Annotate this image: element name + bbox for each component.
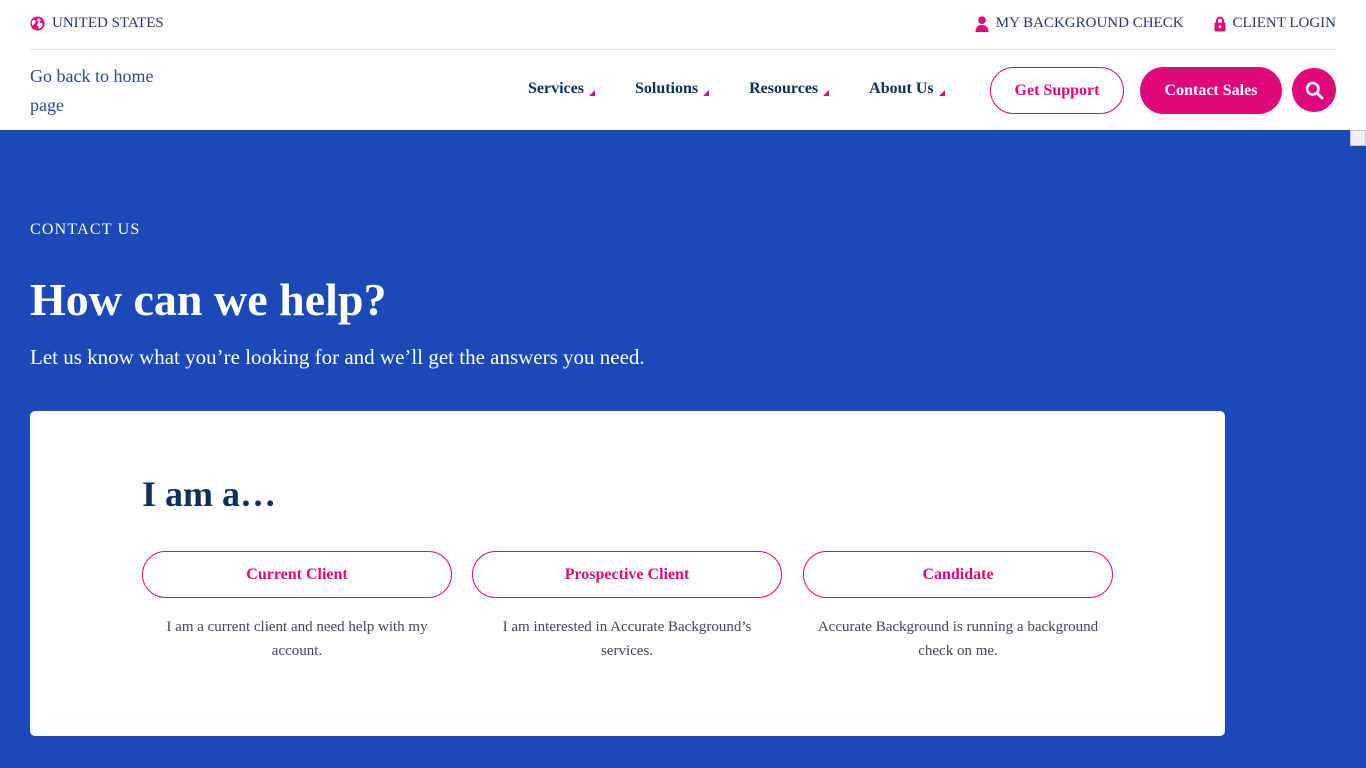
utility-links: MY BACKGROUND CHECK CLIENT LOGIN (975, 15, 1336, 32)
region-selector[interactable]: UNITED STATES (30, 15, 164, 32)
nav-services-label: Services (528, 80, 584, 97)
prospective-client-button[interactable]: Prospective Client (472, 551, 782, 598)
nav-resources-label: Resources (749, 80, 819, 97)
globe-icon (30, 16, 45, 31)
main-nav: Services Solutions Resources About Us (528, 80, 945, 98)
caret-icon (588, 90, 595, 96)
page-title: How can we help? (30, 274, 387, 325)
caret-icon (823, 90, 830, 96)
nav-solutions[interactable]: Solutions (634, 80, 710, 98)
user-icon (975, 15, 989, 32)
role-option-candidate: Candidate Accurate Background is running… (803, 551, 1113, 663)
logo-alt-text: Go back to home page (30, 66, 154, 115)
hero-subtitle: Let us know what you’re looking for and … (30, 345, 645, 369)
hero-eyebrow: CONTACT US (30, 221, 141, 238)
site-header: UNITED STATES MY BACKGROUND CHECK CLIENT… (0, 0, 1366, 130)
home-logo-link[interactable]: Go back to home page (30, 62, 190, 120)
current-client-button[interactable]: Current Client (142, 551, 452, 598)
role-option-prospective-client: Prospective Client I am interested in Ac… (472, 551, 782, 663)
search-button[interactable] (1292, 68, 1336, 112)
role-selector-card: I am a… Current Client I am a current cl… (30, 411, 1225, 736)
current-client-description: I am a current client and need help with… (166, 619, 428, 659)
caret-icon (938, 90, 945, 96)
client-login-link[interactable]: CLIENT LOGIN (1214, 15, 1336, 32)
my-background-check-label: MY BACKGROUND CHECK (995, 15, 1184, 31)
utility-bar: UNITED STATES MY BACKGROUND CHECK CLIENT… (30, 0, 1336, 50)
search-icon (1305, 81, 1324, 100)
candidate-description: Accurate Background is running a backgro… (817, 619, 1099, 659)
nav-services[interactable]: Services (528, 80, 595, 98)
my-background-check-link[interactable]: MY BACKGROUND CHECK (975, 15, 1184, 32)
lock-icon (1214, 16, 1226, 32)
broken-image-placeholder (1350, 130, 1366, 146)
candidate-button[interactable]: Candidate (803, 551, 1113, 598)
role-option-current-client: Current Client I am a current client and… (142, 551, 452, 663)
nav-resources[interactable]: Resources (749, 80, 830, 98)
contact-sales-button[interactable]: Contact Sales (1140, 67, 1282, 114)
get-support-button[interactable]: Get Support (990, 67, 1124, 114)
nav-about-us[interactable]: About Us (869, 80, 945, 98)
prospective-client-description: I am interested in Accurate Background’s… (502, 619, 752, 659)
nav-solutions-label: Solutions (634, 80, 699, 97)
nav-about-us-label: About Us (869, 80, 934, 97)
role-selector-title: I am a… (142, 474, 276, 514)
region-label: UNITED STATES (52, 15, 164, 31)
client-login-label: CLIENT LOGIN (1232, 15, 1336, 31)
caret-icon (703, 90, 710, 96)
